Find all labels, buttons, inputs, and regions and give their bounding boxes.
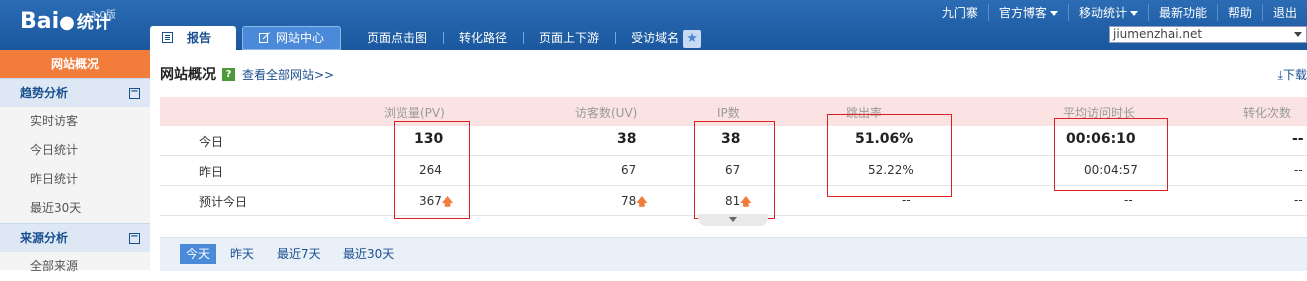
sidebar-item-yesterday[interactable]: 昨日统计	[0, 165, 150, 194]
row-label: 今日	[199, 135, 224, 149]
uv-value: 67	[621, 163, 637, 177]
range-today[interactable]: 今天	[180, 244, 217, 264]
expand-toggle[interactable]	[698, 214, 768, 226]
tab-report-label: 报告	[187, 31, 212, 45]
main-tabs: 报告 网站中心 页面点击图 转化路径 页面上下游 受访域名 ★	[150, 26, 717, 50]
header-conversions: 转化次数	[1243, 106, 1292, 120]
highlight-box-ip	[694, 121, 775, 219]
highlight-box-avg-duration	[1054, 118, 1168, 191]
tab-domain[interactable]: 受访域名 ★	[615, 26, 717, 50]
header-pv: 浏览量(PV)	[384, 106, 445, 120]
view-all-sites-link[interactable]: 查看全部网站>>	[242, 66, 334, 83]
conversions-value: --	[1294, 193, 1303, 207]
header-ip: IP数	[717, 106, 740, 120]
user-name-link[interactable]: 九门寨	[932, 4, 988, 21]
logo-text: Bai	[20, 9, 60, 34]
chevron-down-icon	[1049, 10, 1058, 16]
star-icon[interactable]: ★	[683, 29, 702, 48]
baidu-tongji-logo[interactable]: Bai● 统计 3.0版	[20, 8, 116, 34]
edit-icon	[259, 32, 270, 43]
logout-link[interactable]: 退出	[1261, 3, 1307, 21]
tab-domain-label: 受访域名	[631, 31, 680, 45]
sidebar-item-realtime[interactable]: 实时访客	[0, 107, 150, 136]
help-link[interactable]: 帮助	[1216, 3, 1262, 21]
help-icon[interactable]: ?	[222, 67, 235, 81]
uv-value: 38	[617, 131, 637, 147]
mobile-stats-menu[interactable]: 移动统计	[1067, 3, 1148, 21]
range-last7[interactable]: 最近7天	[271, 244, 327, 264]
tab-report[interactable]: 报告	[150, 26, 236, 50]
row-label: 预计今日	[199, 195, 248, 209]
avg-duration-value: --	[1124, 193, 1133, 207]
conversions-value: --	[1292, 131, 1304, 147]
tab-site-center-label: 网站中心	[276, 31, 325, 45]
header-uv: 访客数(UV)	[575, 106, 638, 120]
sidebar-group-source-label: 来源分析	[20, 231, 69, 245]
sidebar-group-trend-label: 趋势分析	[20, 86, 69, 100]
site-select-value: jiumenzhai.net	[1113, 27, 1203, 41]
paw-icon: ●	[59, 12, 75, 33]
arrow-up-icon: 🡅	[636, 195, 648, 208]
top-navigation-bar: Bai● 统计 3.0版 九门寨 官方博客 移动统计 最新功能 帮助 退出 报告 …	[0, 0, 1307, 50]
sidebar-group-trend[interactable]: 趋势分析 −	[0, 78, 150, 107]
official-blog-menu[interactable]: 官方博客	[987, 3, 1068, 21]
chevron-down-icon	[1294, 32, 1302, 37]
date-range-bar: 今天 昨天 最近7天 最近30天	[160, 237, 1307, 271]
uv-value: 78🡅	[621, 193, 648, 212]
version-label: 3.0版	[90, 10, 116, 21]
tab-heatmap[interactable]: 页面点击图	[351, 26, 443, 50]
tab-page-updown[interactable]: 页面上下游	[523, 26, 615, 50]
sidebar-item-all-sources[interactable]: 全部来源	[0, 252, 150, 281]
tab-site-center[interactable]: 网站中心	[242, 26, 342, 50]
main-content: 网站概况 ? 查看全部网站>> ⤓下载 浏览量(PV) 访客数(UV) IP数 …	[150, 50, 1307, 271]
sidebar: 网站概况 趋势分析 − 实时访客 今日统计 昨日统计 最近30天 来源分析 − …	[0, 50, 151, 273]
sidebar-item-last30[interactable]: 最近30天	[0, 194, 150, 223]
row-label: 昨日	[199, 165, 224, 179]
highlight-box-pv	[394, 121, 470, 219]
tab-conversion-path[interactable]: 转化路径	[443, 26, 523, 50]
range-last30[interactable]: 最近30天	[337, 244, 400, 264]
collapse-icon[interactable]: −	[129, 232, 140, 244]
conversions-value: --	[1294, 163, 1303, 177]
report-icon	[162, 32, 173, 43]
range-yesterday[interactable]: 昨天	[224, 244, 260, 264]
sidebar-item-today[interactable]: 今日统计	[0, 136, 150, 165]
highlight-box-bounce	[827, 114, 952, 197]
chevron-down-icon	[1129, 10, 1138, 16]
download-link[interactable]: ⤓下载	[1278, 66, 1307, 83]
top-links: 九门寨 官方博客 移动统计 最新功能 帮助 退出	[932, 0, 1307, 24]
collapse-icon[interactable]: −	[129, 87, 140, 99]
sidebar-item-overview[interactable]: 网站概况	[0, 50, 150, 78]
new-features-link[interactable]: 最新功能	[1147, 3, 1217, 21]
official-blog-label: 官方博客	[998, 5, 1047, 20]
sidebar-group-source[interactable]: 来源分析 −	[0, 223, 150, 252]
download-label: 下载	[1282, 68, 1307, 82]
page-title: 网站概况	[160, 67, 216, 83]
title-row: 网站概况 ? 查看全部网站>>	[160, 64, 334, 84]
mobile-stats-label: 移动统计	[1078, 5, 1127, 20]
site-select[interactable]: jiumenzhai.net	[1109, 26, 1307, 43]
chevron-down-icon	[729, 217, 737, 222]
uv-value-text: 78	[621, 194, 637, 208]
